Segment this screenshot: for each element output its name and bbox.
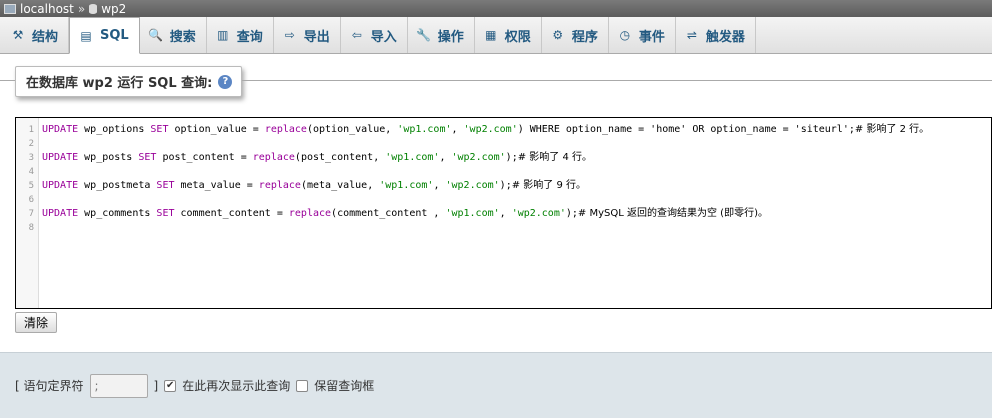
table-name: wp_comments	[84, 208, 151, 219]
query-icon: ▥	[217, 28, 229, 42]
breadcrumb-database[interactable]: wp2	[101, 2, 126, 16]
tab-export[interactable]: ⇨ 导出	[274, 17, 341, 53]
line-number: 3	[28, 153, 34, 163]
wrench-icon: 🔧	[416, 28, 432, 42]
column-name: post_content	[300, 152, 374, 163]
routines-icon: ⚙	[552, 28, 564, 42]
code-line-1: UPDATE wp_options SET option_value = rep…	[42, 124, 930, 135]
tab-routines[interactable]: ⚙ 程序	[542, 17, 609, 53]
line-number: 4	[28, 167, 34, 177]
search-icon: 🔍	[148, 28, 164, 42]
retain-box-checkbox[interactable]	[296, 379, 309, 392]
tab-label: 搜索	[169, 29, 196, 45]
tab-label: 结构	[32, 29, 59, 45]
breadcrumb-separator: »	[77, 1, 86, 16]
database-icon	[89, 3, 98, 14]
table-name: wp_options	[84, 124, 145, 135]
line-number: 1	[28, 125, 34, 135]
tab-label: 导入	[370, 29, 397, 45]
column-name: comment_content	[180, 208, 271, 219]
result-comment: # MySQL 返回的查询结果为空 (即零行)。	[577, 208, 768, 219]
structure-icon: ⚒	[12, 28, 24, 42]
clear-button[interactable]: 清除	[15, 312, 57, 333]
table-name: wp_posts	[84, 152, 133, 163]
result-comment: # 影响了 4 行。	[517, 152, 592, 163]
query-options-bar: [ 语句定界符 ] ✔ 在此再次显示此查询 保留查询框	[0, 352, 992, 418]
tab-import[interactable]: ⇦ 导入	[341, 17, 408, 53]
show-again-label[interactable]: 在此再次显示此查询	[182, 377, 290, 394]
tab-label: 查询	[236, 29, 263, 45]
tab-structure[interactable]: ⚒ 结构	[2, 17, 70, 53]
delimiter-input[interactable]	[89, 373, 148, 398]
privileges-icon: ▦	[485, 28, 497, 42]
table-name: wp_postmeta	[84, 180, 151, 191]
tab-sql[interactable]: ▤ SQL	[69, 17, 140, 54]
tab-label: 程序	[571, 29, 598, 45]
column-name: option_value	[313, 124, 386, 135]
line-number: 7	[28, 209, 34, 219]
tab-label: 操作	[437, 29, 464, 45]
result-comment: # 影响了 2 行。	[854, 124, 930, 135]
sql-icon: ▤	[80, 28, 92, 43]
export-icon: ⇨	[284, 28, 295, 42]
result-comment: # 影响了 9 行。	[511, 180, 586, 191]
code-line-7: UPDATE wp_comments SET comment_content =…	[42, 208, 768, 219]
column-name: post_content	[162, 152, 235, 163]
line-number: 6	[28, 195, 34, 205]
trigger-icon: ⇌	[686, 28, 697, 42]
column-name: comment_content	[337, 208, 428, 219]
sql-query-legend: 在数据库 wp2 运行 SQL 查询: ?	[15, 66, 242, 97]
clock-icon: ◷	[619, 28, 631, 42]
line-number-gutter: 1 2 3 4 5 6 7 8	[16, 118, 39, 308]
column-name: meta_value	[180, 180, 241, 191]
column-name: option_value	[174, 124, 247, 135]
tab-privileges[interactable]: ▦ 权限	[475, 17, 542, 53]
import-icon: ⇦	[351, 28, 362, 42]
tab-label: 触发器	[705, 29, 745, 45]
delimiter-label-close: ]	[153, 378, 159, 393]
sql-editor[interactable]: 1 2 3 4 5 6 7 8 UPDATE wp_options SET op…	[15, 117, 992, 309]
line-number: 2	[28, 139, 34, 149]
legend-label: 在数据库 wp2 运行 SQL 查询:	[26, 76, 213, 91]
where-clause: WHERE option_name = 'home' OR option_nam…	[529, 124, 849, 135]
server-icon	[4, 3, 16, 14]
line-number: 8	[28, 223, 34, 233]
breadcrumb-server[interactable]: localhost	[20, 2, 74, 16]
column-name: meta_value	[306, 180, 368, 191]
tab-label: SQL	[100, 28, 129, 43]
tab-operations[interactable]: 🔧 操作	[408, 17, 475, 53]
delimiter-label: [ 语句定界符	[15, 379, 84, 393]
tab-bar: ⚒ 结构 ▤ SQL 🔍 搜索 ▥ 查询 ⇨ 导出 ⇦ 导入 🔧 操作 ▦ 权限 ⚙ 程序 ◷ 事件…	[0, 17, 992, 54]
breadcrumb: localhost » wp2	[0, 0, 992, 17]
tab-label: 事件	[638, 29, 665, 45]
code-area[interactable]: UPDATE wp_options SET option_value = rep…	[39, 118, 991, 308]
tab-label: 权限	[504, 29, 531, 45]
tab-search[interactable]: 🔍 搜索	[140, 17, 207, 53]
tab-events[interactable]: ◷ 事件	[609, 17, 676, 53]
tab-label: 导出	[303, 29, 330, 45]
tab-query[interactable]: ▥ 查询	[207, 17, 274, 53]
code-line-3: UPDATE wp_posts SET post_content = repla…	[42, 152, 592, 163]
code-line-5: UPDATE wp_postmeta SET meta_value = repl…	[42, 180, 586, 191]
help-icon[interactable]: ?	[218, 74, 233, 89]
line-number: 5	[28, 181, 34, 191]
show-again-checkbox[interactable]: ✔	[164, 379, 177, 392]
retain-box-label[interactable]: 保留查询框	[314, 377, 374, 394]
tab-triggers[interactable]: ⇌ 触发器	[676, 17, 756, 53]
